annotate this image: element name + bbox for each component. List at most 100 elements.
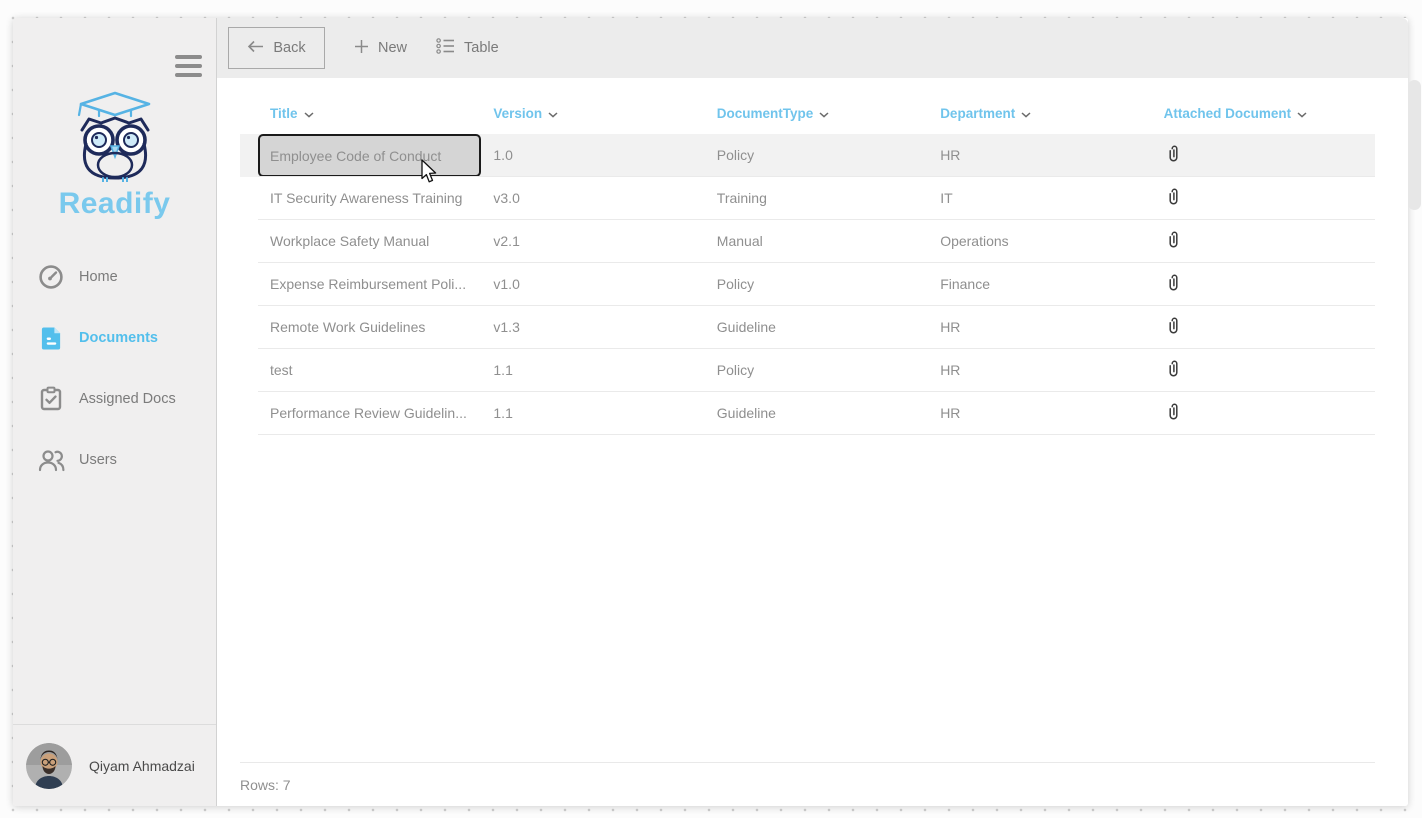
table-row[interactable]: Remote Work Guidelinesv1.3GuidelineHR: [240, 306, 1375, 349]
main-panel: Back New: [217, 18, 1408, 806]
column-header-documenttype[interactable]: DocumentType: [705, 106, 928, 121]
cell-department[interactable]: HR: [928, 147, 1151, 163]
cell-documenttype[interactable]: Guideline: [705, 319, 928, 335]
cell-department[interactable]: HR: [928, 405, 1151, 421]
sidebar-item-label: Home: [79, 269, 118, 285]
table-row[interactable]: test1.1PolicyHR: [240, 349, 1375, 392]
home-gauge-icon: [37, 264, 65, 290]
sidebar-nav: Home Documents Assigned Docs Users: [13, 246, 216, 490]
toolbar: Back New: [217, 18, 1408, 78]
cell-department[interactable]: Finance: [928, 276, 1151, 292]
sidebar-item-label: Users: [79, 452, 117, 468]
vertical-scrollbar[interactable]: [1408, 80, 1421, 210]
table-body: Employee Code of Conduct1.0PolicyHRIT Se…: [240, 134, 1375, 435]
chevron-down-icon: [819, 106, 829, 121]
cell-attached-document: [1152, 187, 1375, 209]
chevron-down-icon: [1297, 106, 1307, 121]
cell-documenttype[interactable]: Training: [705, 190, 928, 206]
desktop-canvas: { "app": { "name": "Readify" }, "colors"…: [0, 0, 1422, 818]
table-row[interactable]: Workplace Safety Manualv2.1ManualOperati…: [240, 220, 1375, 263]
sidebar-item-home[interactable]: Home: [13, 246, 216, 307]
cell-title[interactable]: IT Security Awareness Training: [258, 190, 481, 206]
paperclip-icon[interactable]: [1164, 187, 1180, 206]
paperclip-icon[interactable]: [1164, 316, 1180, 335]
cell-attached-document: [1152, 402, 1375, 424]
paperclip-icon[interactable]: [1164, 273, 1180, 292]
column-header-label: Attached Document: [1164, 106, 1292, 121]
table-row[interactable]: IT Security Awareness Trainingv3.0Traini…: [240, 177, 1375, 220]
paperclip-icon[interactable]: [1164, 230, 1180, 249]
cell-department[interactable]: Operations: [928, 233, 1151, 249]
cell-department[interactable]: IT: [928, 190, 1151, 206]
hamburger-menu-icon[interactable]: [175, 55, 202, 77]
sidebar-item-label: Assigned Docs: [79, 391, 176, 407]
app-logo: Readify: [13, 88, 216, 221]
cell-version[interactable]: v2.1: [481, 233, 704, 249]
back-arrow-icon: [247, 40, 264, 57]
cell-version[interactable]: v1.0: [481, 276, 704, 292]
paperclip-icon[interactable]: [1164, 144, 1180, 163]
cell-documenttype[interactable]: Policy: [705, 147, 928, 163]
cell-title[interactable]: Remote Work Guidelines: [258, 319, 481, 335]
column-header-label: Title: [270, 106, 298, 121]
user-avatar[interactable]: [26, 743, 72, 789]
cell-department[interactable]: HR: [928, 362, 1151, 378]
back-button[interactable]: Back: [228, 27, 325, 69]
table-footer: Rows: 7: [240, 762, 1375, 806]
table-row[interactable]: Expense Reimbursement Poli...v1.0PolicyF…: [240, 263, 1375, 306]
cell-version[interactable]: v3.0: [481, 190, 704, 206]
cell-attached-document: [1152, 359, 1375, 381]
new-button[interactable]: New: [354, 39, 407, 58]
cell-version[interactable]: 1.1: [481, 362, 704, 378]
column-header-version[interactable]: Version: [481, 106, 704, 121]
table-row[interactable]: Performance Review Guidelin...1.1Guideli…: [240, 392, 1375, 435]
cell-version[interactable]: 1.0: [481, 147, 704, 163]
cell-documenttype[interactable]: Guideline: [705, 405, 928, 421]
cell-title[interactable]: Employee Code of Conduct: [258, 134, 481, 176]
paperclip-icon[interactable]: [1164, 402, 1180, 421]
chevron-down-icon: [548, 106, 558, 121]
cell-attached-document: [1152, 273, 1375, 295]
cell-title[interactable]: Performance Review Guidelin...: [258, 405, 481, 421]
column-header-department[interactable]: Department: [928, 106, 1151, 121]
cell-department[interactable]: HR: [928, 319, 1151, 335]
cell-documenttype[interactable]: Policy: [705, 276, 928, 292]
app-window: Readify Home Documents Assigned Docs Users: [13, 18, 1408, 806]
user-name: Qiyam Ahmadzai: [89, 758, 195, 774]
document-icon: [37, 325, 65, 351]
sidebar-item-label: Documents: [79, 330, 158, 346]
clipboard-check-icon: [37, 386, 65, 412]
cell-documenttype[interactable]: Policy: [705, 362, 928, 378]
sidebar: Readify Home Documents Assigned Docs Users: [13, 18, 217, 806]
cell-title[interactable]: Expense Reimbursement Poli...: [258, 276, 481, 292]
sidebar-item-documents[interactable]: Documents: [13, 307, 216, 368]
column-header-attached-document[interactable]: Attached Document: [1152, 106, 1375, 121]
cell-attached-document: [1152, 316, 1375, 338]
selected-cell[interactable]: Employee Code of Conduct: [258, 134, 481, 176]
cell-version[interactable]: 1.1: [481, 405, 704, 421]
users-icon: [37, 448, 65, 472]
column-header-label: DocumentType: [717, 106, 814, 121]
cell-documenttype[interactable]: Manual: [705, 233, 928, 249]
plus-icon: [354, 39, 369, 58]
chevron-down-icon: [304, 106, 314, 121]
table-row[interactable]: Employee Code of Conduct1.0PolicyHR: [240, 134, 1375, 177]
column-header-title[interactable]: Title: [258, 106, 481, 121]
cell-version[interactable]: v1.3: [481, 319, 704, 335]
cell-title[interactable]: test: [258, 362, 481, 378]
user-profile[interactable]: Qiyam Ahmadzai: [13, 724, 216, 806]
table-view-button[interactable]: Table: [436, 38, 499, 58]
cell-attached-document: [1152, 144, 1375, 166]
documents-table: Title Version DocumentType Department Attach…: [217, 78, 1408, 806]
column-header-label: Department: [940, 106, 1015, 121]
cell-title[interactable]: Workplace Safety Manual: [258, 233, 481, 249]
chevron-down-icon: [1021, 106, 1031, 121]
sidebar-item-users[interactable]: Users: [13, 429, 216, 490]
owl-logo-icon: [69, 169, 161, 186]
table-button-label: Table: [464, 40, 499, 56]
list-icon: [436, 38, 455, 58]
paperclip-icon[interactable]: [1164, 359, 1180, 378]
back-button-label: Back: [273, 40, 305, 56]
sidebar-item-assigned-docs[interactable]: Assigned Docs: [13, 368, 216, 429]
rows-count: Rows: 7: [240, 777, 291, 793]
